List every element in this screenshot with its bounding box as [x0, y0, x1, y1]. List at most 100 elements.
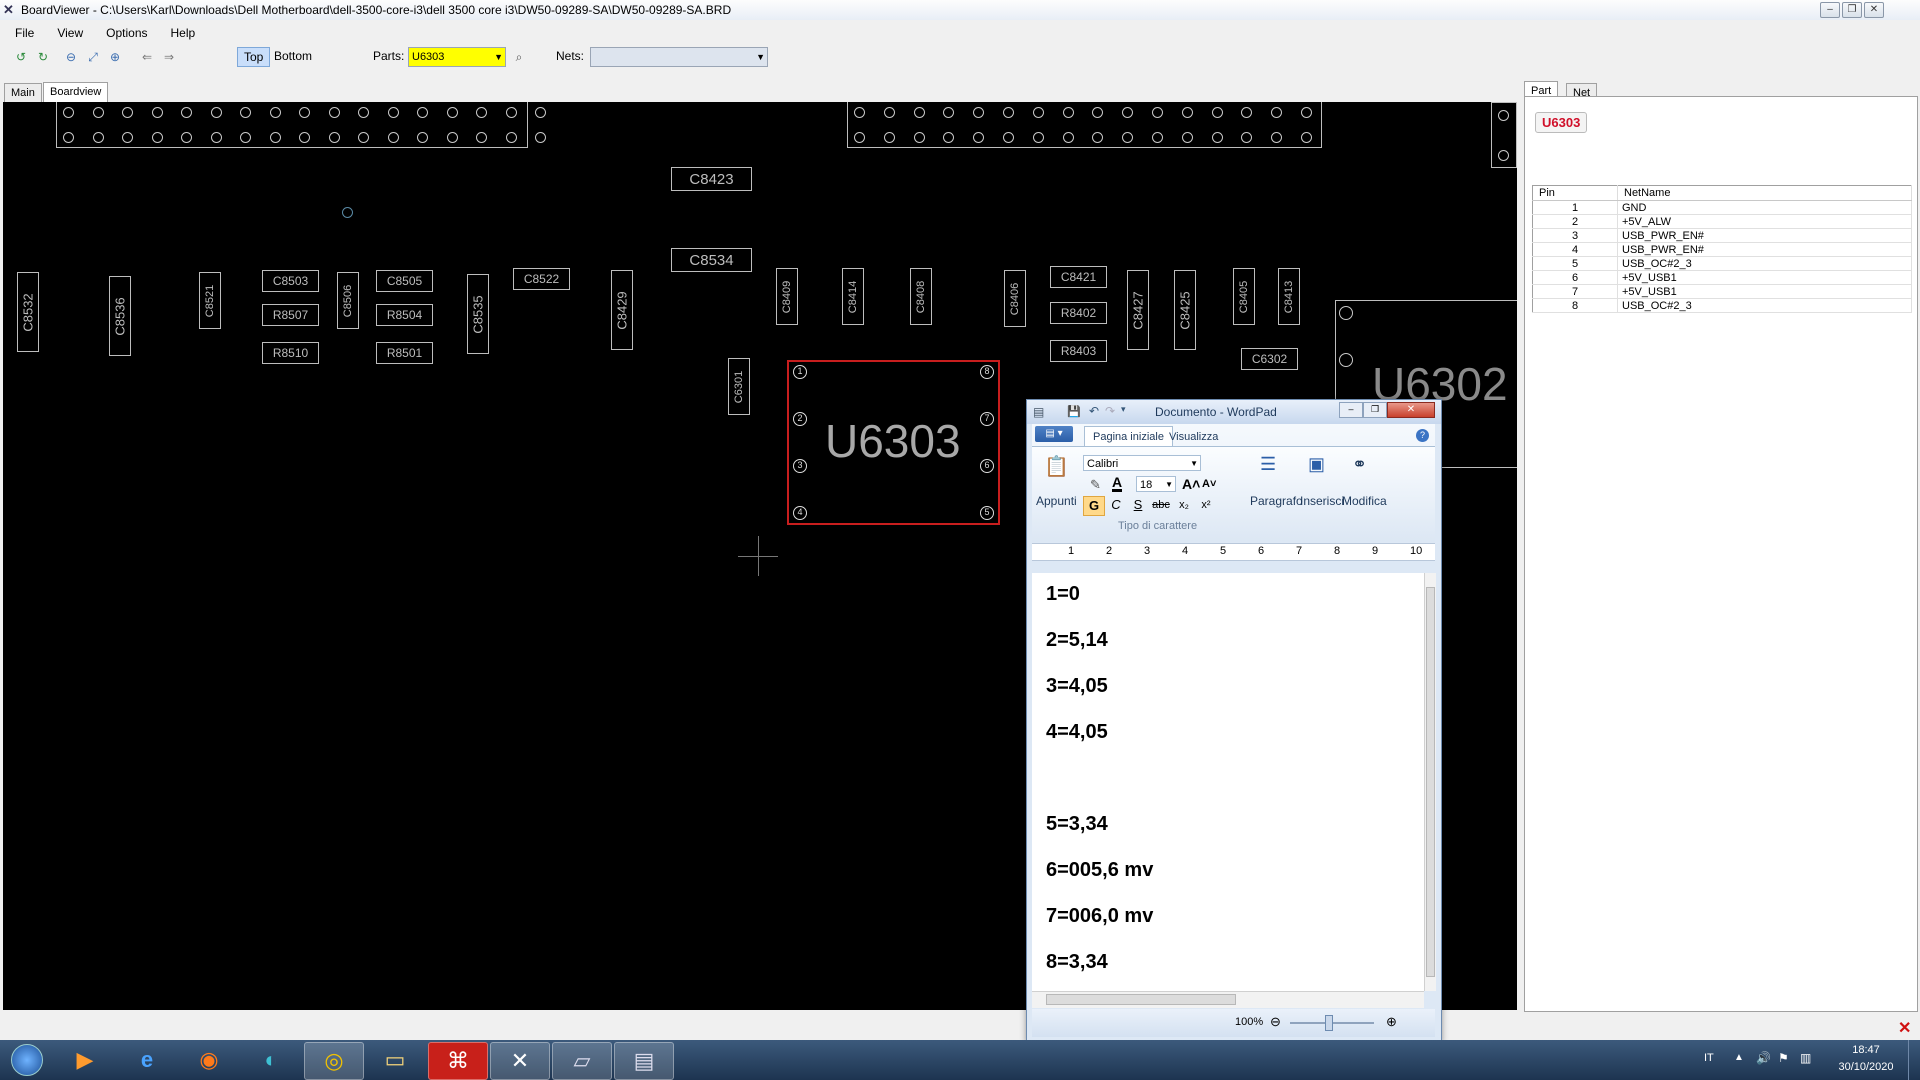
- back-arrow-icon[interactable]: ⇐: [140, 50, 154, 64]
- search-part-icon[interactable]: ⌕: [512, 50, 526, 64]
- close-icon[interactable]: ✕: [1898, 1018, 1911, 1038]
- forward-arrow-icon[interactable]: ⇒: [162, 50, 176, 64]
- part-c8409[interactable]: C8409: [776, 268, 798, 325]
- group-modifica[interactable]: Modifica: [1342, 494, 1387, 508]
- table-row[interactable]: 6 +5V_USB1: [1532, 270, 1912, 285]
- font-family-select[interactable]: Calibri ▼: [1083, 455, 1201, 471]
- menu-help[interactable]: Help: [156, 26, 204, 40]
- horizontal-scrollbar[interactable]: [1032, 991, 1424, 1008]
- show-desktop-button[interactable]: [1908, 1040, 1920, 1080]
- pin-5[interactable]: 5: [980, 506, 994, 520]
- underline-button[interactable]: S: [1128, 496, 1148, 514]
- tab-boardview[interactable]: Boardview: [43, 82, 109, 102]
- firefox-icon[interactable]: ◉: [180, 1042, 238, 1078]
- media-player-icon[interactable]: ▶: [56, 1042, 114, 1078]
- zoom-slider-thumb[interactable]: [1325, 1015, 1333, 1031]
- group-inserisci[interactable]: Inserisci: [1300, 494, 1344, 508]
- close-icon[interactable]: ✕: [1387, 402, 1435, 418]
- nets-select[interactable]: ▼: [590, 47, 768, 67]
- group-appunti[interactable]: Appunti: [1036, 494, 1077, 508]
- network-icon[interactable]: ▥: [1800, 1051, 1811, 1065]
- redo-icon[interactable]: ↷: [1105, 404, 1115, 418]
- part-c8425[interactable]: C8425: [1174, 270, 1196, 350]
- part-c8408[interactable]: C8408: [910, 268, 932, 325]
- action-center-flag-icon[interactable]: ⚑: [1778, 1051, 1789, 1065]
- part-r8403[interactable]: R8403: [1050, 340, 1107, 362]
- wordpad-taskbar-icon[interactable]: ▤: [614, 1042, 674, 1080]
- table-row[interactable]: 2 +5V_ALW: [1532, 214, 1912, 229]
- table-row[interactable]: 5 USB_OC#2_3: [1532, 256, 1912, 271]
- find-binoculars-icon[interactable]: ⚭: [1352, 454, 1367, 475]
- part-r8402[interactable]: R8402: [1050, 302, 1107, 324]
- vertical-scroll-thumb[interactable]: [1426, 587, 1435, 977]
- bottom-side-button[interactable]: Bottom: [268, 47, 318, 65]
- maximize-icon[interactable]: ❐: [1842, 2, 1862, 18]
- part-c8423[interactable]: C8423: [671, 167, 752, 191]
- maximize-icon[interactable]: ❐: [1363, 402, 1387, 418]
- font-color-icon[interactable]: A: [1112, 475, 1123, 492]
- boardviewer-taskbar-icon[interactable]: ✕: [490, 1042, 550, 1080]
- rotate-right-icon[interactable]: ↻: [36, 50, 50, 64]
- undo-icon[interactable]: ↶: [1089, 404, 1099, 418]
- quick-access-dropdown-icon[interactable]: ▾: [1121, 404, 1126, 415]
- pin-2[interactable]: 2: [793, 412, 807, 426]
- start-button[interactable]: [2, 1042, 52, 1078]
- horizontal-scroll-thumb[interactable]: [1046, 994, 1236, 1005]
- top-side-button[interactable]: Top: [237, 47, 271, 67]
- clock-time[interactable]: 18:47: [1838, 1044, 1894, 1056]
- part-c8405[interactable]: C8405: [1233, 268, 1255, 325]
- paragraph-icon[interactable]: ☰: [1260, 454, 1276, 475]
- part-c8521[interactable]: C8521: [199, 272, 221, 329]
- pin-8[interactable]: 8: [980, 365, 994, 379]
- vertical-scrollbar[interactable]: [1424, 573, 1436, 991]
- part-c8505[interactable]: C8505: [376, 270, 433, 292]
- part-c8506[interactable]: C8506: [337, 272, 359, 329]
- rotate-left-icon[interactable]: ↺: [14, 50, 28, 64]
- table-row[interactable]: 8 USB_OC#2_3: [1532, 298, 1912, 313]
- part-c8522[interactable]: C8522: [513, 268, 570, 290]
- paste-icon[interactable]: 📋: [1044, 454, 1069, 479]
- subscript-button[interactable]: x₂: [1174, 496, 1194, 514]
- part-c8421[interactable]: C8421: [1050, 266, 1107, 288]
- part-r8501[interactable]: R8501: [376, 342, 433, 364]
- menu-file[interactable]: File: [0, 26, 42, 40]
- zoom-in-icon[interactable]: ⊕: [1386, 1014, 1397, 1030]
- tab-pagina-iniziale[interactable]: Pagina iniziale: [1084, 426, 1173, 447]
- part-r8507[interactable]: R8507: [262, 304, 319, 326]
- menu-options[interactable]: Options: [91, 26, 155, 40]
- part-c8532[interactable]: C8532: [17, 272, 39, 352]
- input-language[interactable]: IT: [1704, 1052, 1714, 1064]
- save-icon[interactable]: 💾: [1067, 405, 1081, 418]
- edge-icon[interactable]: ◐: [242, 1042, 300, 1078]
- part-c6301[interactable]: C6301: [728, 358, 750, 415]
- clock-date[interactable]: 30/10/2020: [1830, 1061, 1902, 1073]
- acrobat-icon[interactable]: ⌘: [428, 1042, 488, 1080]
- zoom-out-icon[interactable]: ⊖: [64, 50, 78, 64]
- bold-button[interactable]: G: [1083, 496, 1105, 516]
- group-paragrafo[interactable]: Paragrafo: [1250, 494, 1303, 508]
- part-c8413[interactable]: C8413: [1278, 268, 1300, 325]
- zoom-in-icon[interactable]: ⊕: [108, 50, 122, 64]
- part-c8429[interactable]: C8429: [611, 270, 633, 350]
- shrink-font-icon[interactable]: A˅: [1202, 478, 1216, 490]
- zoom-fit-icon[interactable]: ⤢: [86, 50, 100, 64]
- wordpad-window[interactable]: ▤ 💾 ↶ ↷ ▾ Documento - WordPad – ❐ ✕ ▤ ▾ …: [1026, 399, 1442, 1043]
- tab-main[interactable]: Main: [4, 83, 42, 102]
- part-r8510[interactable]: R8510: [262, 342, 319, 364]
- part-c8535[interactable]: C8535: [467, 274, 489, 354]
- help-icon[interactable]: ?: [1416, 429, 1429, 442]
- tab-visualizza[interactable]: Visualizza: [1169, 428, 1218, 446]
- part-c6302[interactable]: C6302: [1241, 348, 1298, 370]
- internet-explorer-icon[interactable]: e: [118, 1042, 176, 1078]
- part-c8414[interactable]: C8414: [842, 268, 864, 325]
- zoom-out-icon[interactable]: ⊖: [1270, 1014, 1281, 1030]
- pin-7[interactable]: 7: [980, 412, 994, 426]
- highlight-icon[interactable]: ✎: [1090, 477, 1101, 493]
- parts-select[interactable]: U6303 ▼: [408, 47, 506, 67]
- pin-4[interactable]: 4: [793, 506, 807, 520]
- part-u6303[interactable]: U6303 1 2 3 4 5 6 7 8: [787, 360, 1000, 525]
- italic-button[interactable]: C: [1106, 496, 1126, 514]
- minimize-icon[interactable]: –: [1339, 402, 1363, 418]
- grow-font-icon[interactable]: A˄: [1182, 476, 1200, 492]
- column-pin[interactable]: Pin: [1532, 185, 1618, 201]
